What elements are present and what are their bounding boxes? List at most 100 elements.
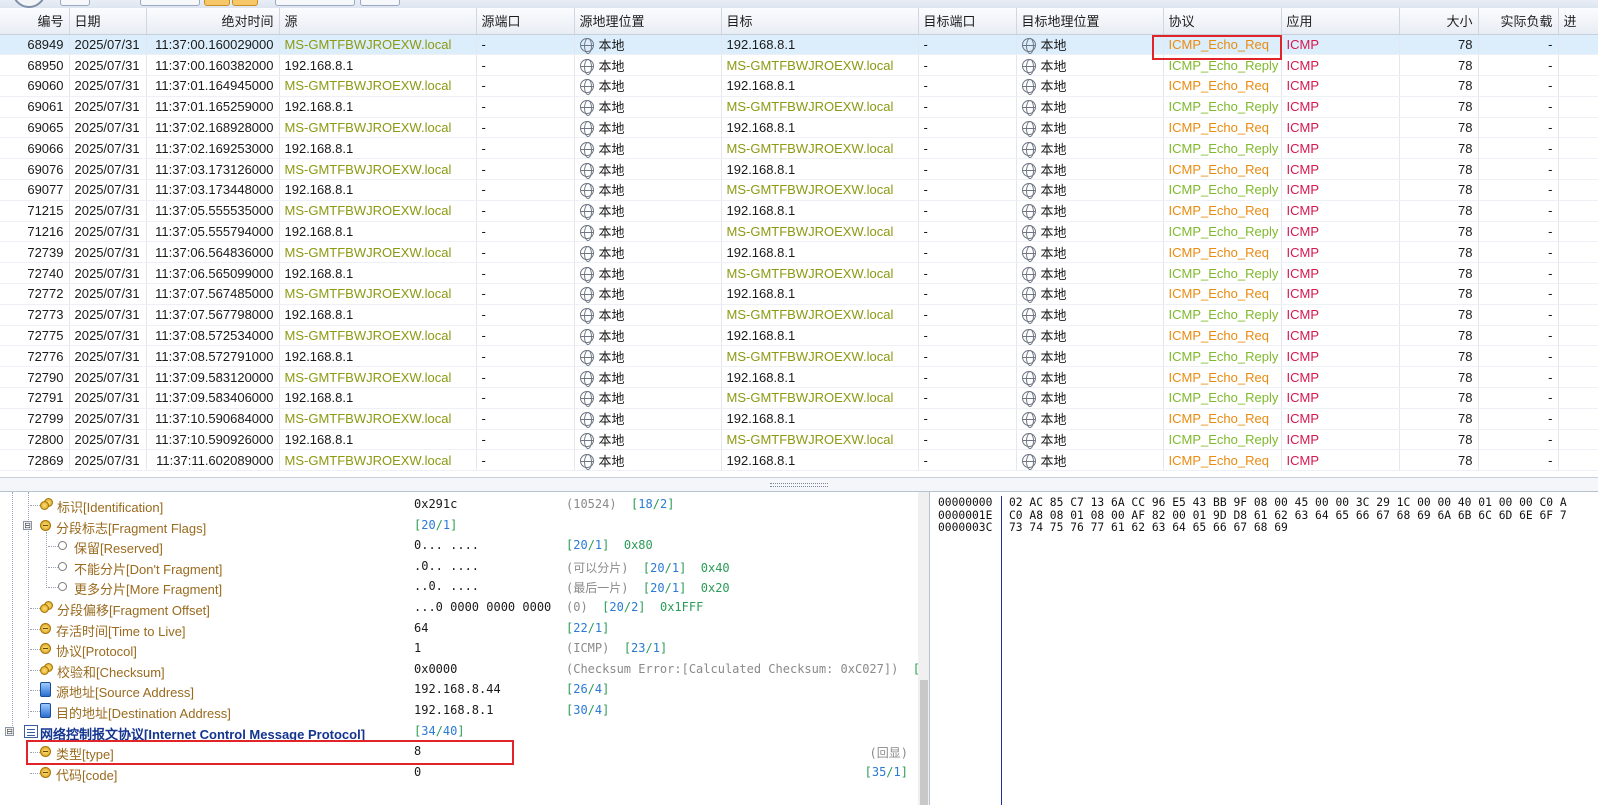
packet-row[interactable]: 69061 2025/07/31 11:37:01.165259000 192.168… [0, 96, 1598, 118]
packet-row[interactable]: 72791 2025/07/31 11:37:09.583406000 192.168… [0, 387, 1598, 409]
cell-text: ICMP [1286, 244, 1320, 260]
pane-splitter[interactable] [0, 478, 1598, 492]
collapse-toggle[interactable]: ⊟ [23, 520, 32, 530]
cell-text: 11:37:00.160029000 [155, 36, 274, 52]
field-icon [40, 622, 51, 634]
packet-row[interactable]: 72799 2025/07/31 11:37:10.590684000 MS-GMTF… [0, 408, 1598, 430]
column-header-destination-geo[interactable]: 目标地理位置 [1016, 8, 1164, 35]
tree-node[interactable]: 保留[Reserved] 0... .... [20/1] 0x80 [0, 536, 929, 557]
tree-node[interactable]: 类型[type] 8 (回显) [0, 742, 929, 763]
tree-node[interactable]: 分段偏移[Fragment Offset] ...0 0000 0000 0000… [0, 598, 929, 619]
column-header-absolute-time[interactable]: 绝对时间 [146, 8, 280, 35]
column-header-source-geo[interactable]: 源地理位置 [574, 8, 722, 35]
cell-text: 68949 [27, 36, 64, 52]
collapse-toggle[interactable]: ⊟ [5, 726, 14, 736]
packet-row[interactable]: 72800 2025/07/31 11:37:10.590926000 192.168… [0, 429, 1598, 451]
cell-sgeo: 本地 [574, 200, 722, 222]
decode-tree-scrollbar[interactable] [918, 492, 929, 805]
tree-node[interactable]: 协议[Protocol] 1 (ICMP) [23/1] [0, 639, 929, 660]
bit-mask: 0x1FFF [659, 600, 704, 614]
packet-row[interactable]: 72772 2025/07/31 11:37:07.567485000 MS-GMTF… [0, 283, 1598, 305]
field-icon [40, 643, 51, 655]
cell-text: - [1548, 36, 1553, 52]
tree-node[interactable]: ⊟ 网络控制报文协议[Internet Control Message Proto… [0, 722, 929, 743]
packet-row[interactable]: 72869 2025/07/31 11:37:11.602089000 MS-GMTF… [0, 449, 1598, 472]
packet-row[interactable]: 69066 2025/07/31 11:37:02.169253000 192.168… [0, 137, 1598, 160]
tree-node[interactable]: 代码[code] 0 [35/1] [0, 763, 929, 784]
column-header-payload[interactable]: 实际负载 [1478, 8, 1559, 35]
hex-view: 00000000 02 AC 85 C7 13 6A CC 96 E5 43 BB… [931, 492, 1598, 805]
scrollbar-thumb[interactable] [920, 680, 928, 805]
packet-row[interactable]: 71215 2025/07/31 11:37:05.555535000 MS-GMTF… [0, 200, 1598, 222]
cell-sport: - [476, 429, 575, 451]
packet-row[interactable]: 72775 2025/07/31 11:37:08.572534000 MS-GMTF… [0, 325, 1598, 347]
toolbar-toggle-active[interactable] [232, 0, 258, 6]
cell-sport: - [476, 54, 575, 77]
column-header-size[interactable]: 大小 [1399, 8, 1479, 35]
bit-mask: 0x20 [700, 581, 730, 596]
toolbar-button[interactable] [360, 0, 400, 6]
packet-row[interactable]: 72776 2025/07/31 11:37:08.572791000 192.168… [0, 345, 1598, 368]
toolbar-toggle-active[interactable] [204, 0, 230, 6]
column-header-more[interactable]: 进 [1558, 8, 1598, 35]
cell-size: 78 [1399, 345, 1479, 368]
column-header-protocol[interactable]: 协议 [1163, 8, 1282, 35]
hex-row[interactable]: 0000003C 73 74 75 76 77 61 62 63 64 65 66… [938, 521, 1288, 536]
packet-row[interactable]: 68950 2025/07/31 11:37:00.160382000 192.168… [0, 54, 1598, 77]
tree-node-label: 存活时间[Time to Live] [56, 623, 186, 639]
tree-node[interactable]: 标识[Identification] 0x291c (10524) [18/2] [0, 495, 929, 516]
app-menu-button[interactable] [12, 0, 46, 8]
cell-proto: ICMP_Echo_Reply [1163, 387, 1282, 409]
column-header-date[interactable]: 日期 [69, 8, 147, 35]
cell-src: MS-GMTFBWJROEXW.local [279, 34, 477, 56]
tree-node-value: 0x0000 [414, 661, 458, 676]
column-header-number[interactable]: 编号 [0, 8, 70, 35]
tree-node-label: 标识[Identification] [57, 500, 164, 515]
globe-icon [579, 58, 594, 75]
cell-dgeo: 本地 [1016, 96, 1164, 118]
cell-src: MS-GMTFBWJROEXW.local [279, 283, 477, 305]
packet-row[interactable]: 72790 2025/07/31 11:37:09.583120000 MS-GMTF… [0, 366, 1598, 389]
cell-sgeo: 本地 [574, 429, 722, 451]
toolbar-button[interactable] [275, 0, 355, 6]
tree-node[interactable]: 存活时间[Time to Live] 64 [22/1] [0, 619, 929, 640]
tree-node[interactable]: 目的地址[Destination Address] 192.168.8.1 [30/… [0, 701, 929, 722]
cell-text: 本地 [1040, 225, 1067, 241]
packet-row[interactable]: 69076 2025/07/31 11:37:03.173126000 MS-GMTF… [0, 158, 1598, 181]
tree-node[interactable]: 校验和[Checksum] 0x0000 (Checksum Error:[Calc… [0, 660, 929, 681]
cell-text: 2025/07/31 [74, 265, 140, 281]
packet-row[interactable]: 68949 2025/07/31 11:37:00.160029000 MS-GMTF… [0, 34, 1598, 56]
cell-payload: - [1478, 34, 1559, 56]
cell-text: 78 [1458, 224, 1473, 240]
cell-date: 2025/07/31 [69, 366, 147, 389]
splitter-grip[interactable] [770, 483, 828, 487]
tree-node[interactable]: 不能分片[Don't Fragment] .0.. .... (可以分片) [20/… [0, 557, 929, 578]
column-header-destination-port[interactable]: 目标端口 [918, 8, 1017, 35]
toolbar-button[interactable] [60, 0, 90, 6]
toolbar-button[interactable] [140, 0, 200, 6]
packet-row[interactable]: 69077 2025/07/31 11:37:03.173448000 192.168… [0, 179, 1598, 201]
packet-row[interactable]: 69065 2025/07/31 11:37:02.168928000 MS-GMTF… [0, 117, 1598, 139]
cell-sport: - [476, 366, 575, 389]
globe-icon [1021, 37, 1036, 54]
packet-row[interactable]: 72773 2025/07/31 11:37:07.567798000 192.168… [0, 304, 1598, 326]
packet-row[interactable]: 72740 2025/07/31 11:37:06.565099000 192.168… [0, 262, 1598, 285]
cell-no: 69061 [0, 96, 70, 118]
packet-row[interactable]: 72739 2025/07/31 11:37:06.564836000 MS-GMTF… [0, 241, 1598, 264]
column-header-source-port[interactable]: 源端口 [476, 8, 575, 35]
packet-row[interactable]: 69060 2025/07/31 11:37:01.164945000 MS-GMTF… [0, 75, 1598, 97]
packet-row[interactable]: 71216 2025/07/31 11:37:05.555794000 192.168… [0, 221, 1598, 243]
column-header-destination[interactable]: 目标 [721, 8, 919, 35]
offset-number: 26 [573, 682, 588, 697]
tree-node[interactable]: 更多分片[More Fragment] ..0. .... (最后一片) [20/1… [0, 577, 929, 598]
tree-node[interactable]: ⊟ 分段标志[Fragment Flags] [20/1] [0, 516, 929, 537]
tree-node[interactable]: 源地址[Source Address] 192.168.8.44 [26/4] [0, 680, 929, 701]
cell-text: MS-GMTFBWJROEXW.local [284, 328, 452, 344]
cell-no: 72799 [0, 408, 70, 430]
cell-no: 69065 [0, 117, 70, 139]
cell-text: - [923, 224, 928, 240]
column-header-application[interactable]: 应用 [1281, 8, 1400, 35]
cell-text: MS-GMTFBWJROEXW.local [726, 348, 894, 364]
column-header-source[interactable]: 源 [279, 8, 477, 35]
cell-text: 69066 [27, 140, 64, 156]
